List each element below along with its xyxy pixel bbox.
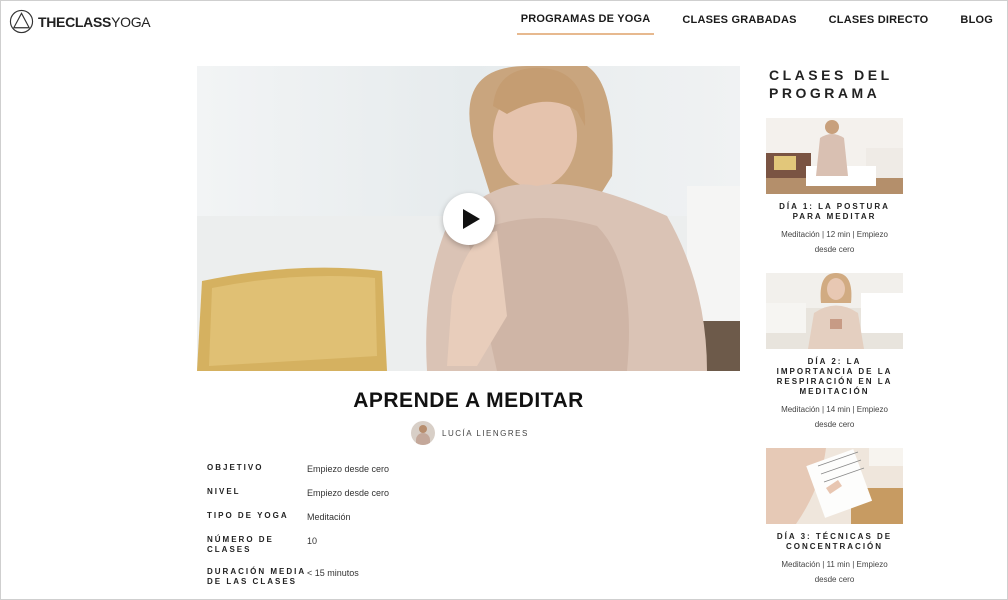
detail-label: TIPO DE YOGA (207, 511, 289, 520)
class-thumbnail (766, 273, 903, 349)
class-title: DÍA 1: LA POSTURA PARA MEDITAR (779, 202, 890, 221)
instructor-name: LUCÍA LIENGRES (442, 428, 529, 438)
nav-blog[interactable]: BLOG (956, 8, 997, 34)
class-title: DÍA 3: TÉCNICAS DE CONCENTRACIÓN (776, 532, 893, 551)
detail-row-numero-de-clases: NÚMERO DE CLASES 10 (207, 535, 487, 555)
detail-row-duracion-media: DURACIÓN MEDIA DE LAS CLASES < 15 minuto… (207, 567, 487, 587)
detail-value: Meditación (307, 512, 351, 522)
triangle-circle-logo-icon (9, 9, 34, 34)
main-nav: PROGRAMAS DE YOGA CLASES GRABADAS CLASES… (516, 1, 1007, 41)
detail-row-tipo-de-yoga: TIPO DE YOGA Meditación (207, 511, 487, 523)
detail-label: DURACIÓN MEDIA DE LAS CLASES (207, 567, 306, 586)
site-logo[interactable]: THECLASSYOGA (9, 9, 151, 34)
instructor[interactable]: LUCÍA LIENGRES (411, 421, 529, 445)
detail-row-objetivo: OBJETIVO Empiezo desde cero (207, 463, 487, 475)
class-card-3[interactable]: DÍA 3: TÉCNICAS DE CONCENTRACIÓN Meditac… (766, 448, 903, 587)
logo-text-light: YOGA (111, 13, 151, 30)
class-title: DÍA 2: LA IMPORTANCIA DE LA RESPIRACIÓN … (776, 357, 893, 396)
play-icon (462, 209, 480, 229)
detail-label: OBJETIVO (207, 463, 264, 472)
detail-value: 10 (307, 536, 318, 546)
class-thumbnail-image (766, 118, 903, 194)
class-card-2[interactable]: DÍA 2: LA IMPORTANCIA DE LA RESPIRACIÓN … (766, 273, 903, 432)
class-card-1[interactable]: DÍA 1: LA POSTURA PARA MEDITAR Meditació… (766, 118, 903, 257)
instructor-avatar (411, 421, 435, 445)
sidebar-title: CLASES DEL PROGRAMA (769, 67, 893, 101)
class-meta: Meditación | 14 min | Empiezo desde cero (781, 405, 888, 429)
nav-programas-de-yoga[interactable]: PROGRAMAS DE YOGA (516, 7, 655, 35)
class-thumbnail-image (766, 448, 903, 524)
class-meta: Meditación | 12 min | Empiezo desde cero (781, 230, 888, 254)
class-thumbnail (766, 118, 903, 194)
detail-value: Empiezo desde cero (307, 464, 390, 474)
nav-clases-directo[interactable]: CLASES DIRECTO (825, 8, 933, 34)
detail-value: < 15 minutos (307, 568, 359, 578)
course-title: APRENDE A MEDITAR (353, 389, 584, 412)
class-thumbnail (766, 448, 903, 524)
course-video[interactable] (197, 66, 740, 371)
detail-value: Empiezo desde cero (307, 488, 390, 498)
class-thumbnail-image (766, 273, 903, 349)
nav-clases-grabadas[interactable]: CLASES GRABADAS (678, 8, 800, 34)
course-details: OBJETIVO Empiezo desde cero NIVEL Empiez… (207, 463, 487, 599)
detail-label: NÚMERO DE CLASES (207, 535, 274, 554)
class-meta: Meditación | 11 min | Empiezo desde cero (781, 560, 888, 584)
logo-text: THECLASSYOGA (38, 13, 151, 30)
detail-row-nivel: NIVEL Empiezo desde cero (207, 487, 487, 499)
detail-label: NIVEL (207, 487, 241, 496)
play-button[interactable] (443, 193, 495, 245)
logo-text-bold: THECLASS (38, 13, 112, 30)
